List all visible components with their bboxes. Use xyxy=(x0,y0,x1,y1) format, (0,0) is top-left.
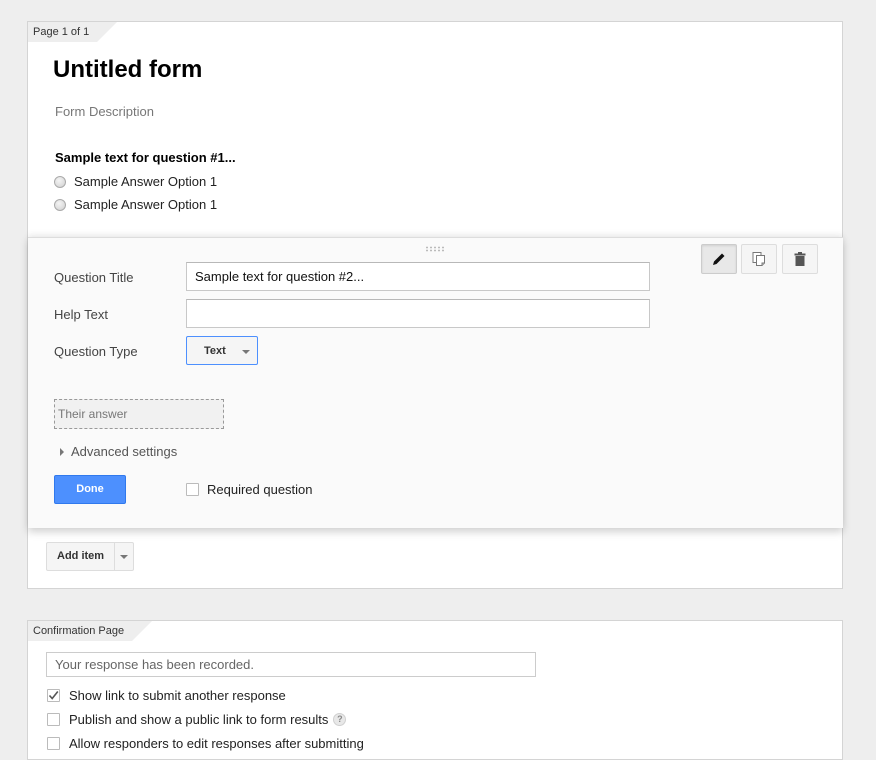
confirmation-page-tab: Confirmation Page xyxy=(28,621,153,641)
option-label: Sample Answer Option 1 xyxy=(74,174,218,189)
question-type-value: Text xyxy=(204,344,226,357)
publish-results-option[interactable]: Publish and show a public link to form r… xyxy=(47,712,347,727)
option-label: Show link to submit another response xyxy=(69,688,286,703)
show-another-checkbox[interactable] xyxy=(47,689,60,702)
edit-button[interactable] xyxy=(701,244,737,274)
question-type-label: Question Type xyxy=(54,344,138,359)
show-another-response-option[interactable]: Show link to submit another response xyxy=(47,688,286,703)
question-1-title[interactable]: Sample text for question #1... xyxy=(55,150,236,165)
radio-icon[interactable] xyxy=(54,198,66,211)
option-label: Publish and show a public link to form r… xyxy=(69,712,329,727)
add-item-dropdown-icon[interactable] xyxy=(115,543,133,570)
option-label: Allow responders to edit responses after… xyxy=(69,736,364,751)
duplicate-button[interactable] xyxy=(741,244,777,274)
question-title-input[interactable] xyxy=(186,262,650,291)
required-question-toggle[interactable]: Required question xyxy=(186,482,313,497)
triangle-right-icon xyxy=(60,447,64,456)
page-indicator-tab: Page 1 of 1 xyxy=(28,22,118,42)
form-description[interactable]: Form Description xyxy=(55,104,154,119)
help-text-label: Help Text xyxy=(54,307,108,322)
add-item-label[interactable]: Add item xyxy=(47,543,116,570)
duplicate-icon xyxy=(752,252,765,266)
delete-button[interactable] xyxy=(782,244,818,274)
question-title-label: Question Title xyxy=(54,270,134,285)
radio-icon[interactable] xyxy=(54,175,66,188)
question-type-select[interactable]: Text xyxy=(186,336,258,365)
drag-handle-icon[interactable] xyxy=(425,246,445,252)
question-1-option[interactable]: Sample Answer Option 1 xyxy=(54,174,217,189)
checkmark-icon xyxy=(48,691,59,700)
answer-preview: Their answer xyxy=(54,399,224,429)
required-checkbox[interactable] xyxy=(186,483,199,496)
required-label: Required question xyxy=(207,482,313,497)
help-icon[interactable]: ? xyxy=(333,713,347,726)
allow-edit-responses-option[interactable]: Allow responders to edit responses after… xyxy=(47,736,364,751)
trash-icon xyxy=(794,252,806,266)
chevron-down-icon xyxy=(242,350,250,354)
question-edit-panel: Question Title Help Text Question Type T… xyxy=(28,237,843,528)
advanced-settings-label: Advanced settings xyxy=(71,444,178,459)
allow-edit-checkbox[interactable] xyxy=(47,737,60,750)
question-1-option[interactable]: Sample Answer Option 1 xyxy=(54,197,217,212)
confirmation-message-input[interactable]: Your response has been recorded. xyxy=(46,652,536,677)
help-text-input[interactable] xyxy=(186,299,650,328)
confirmation-page-card: Confirmation Page Your response has been… xyxy=(27,620,843,760)
advanced-settings-toggle[interactable]: Advanced settings xyxy=(60,444,177,459)
option-label: Sample Answer Option 1 xyxy=(74,197,218,212)
pencil-icon xyxy=(713,253,725,265)
publish-results-checkbox[interactable] xyxy=(47,713,60,726)
form-title[interactable]: Untitled form xyxy=(53,56,202,84)
done-button[interactable]: Done xyxy=(54,475,126,504)
add-item-button[interactable]: Add item xyxy=(46,542,135,571)
